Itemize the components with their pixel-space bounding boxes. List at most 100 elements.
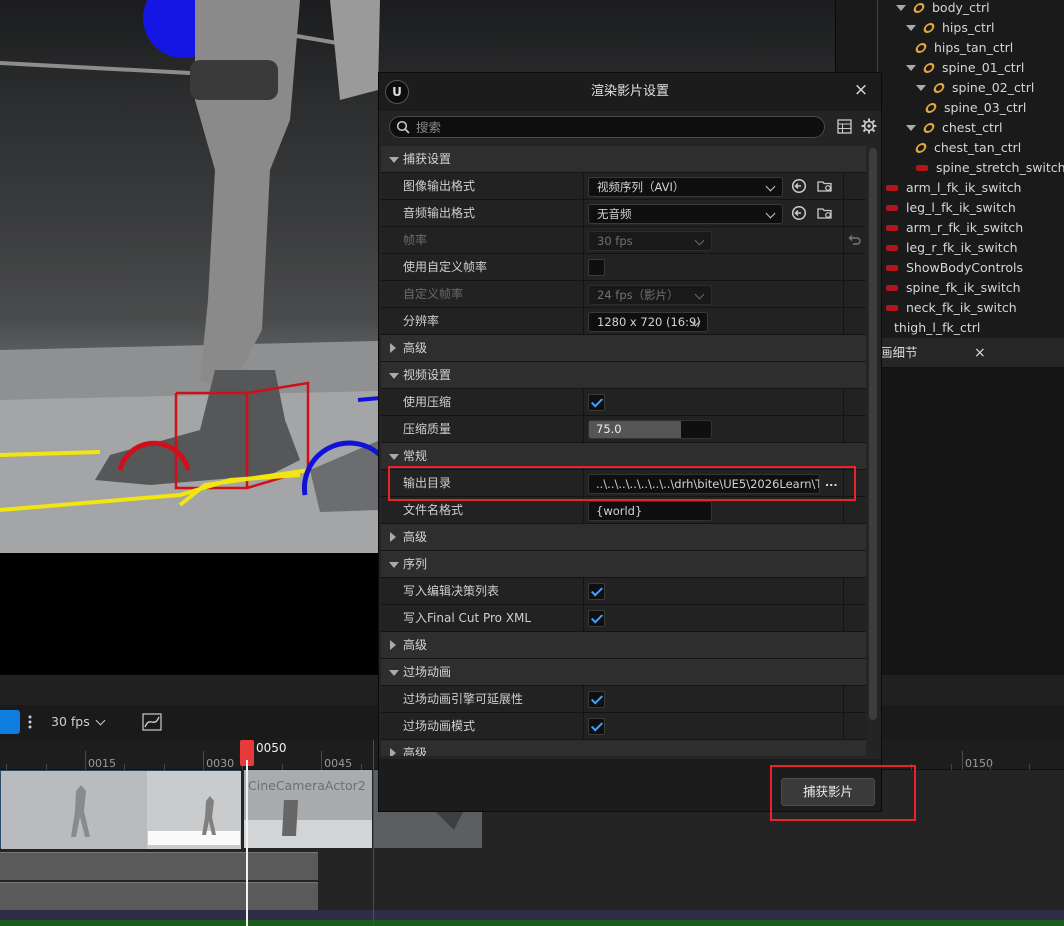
- switch-control-icon: [886, 225, 898, 231]
- property-label: 过场动画模式: [403, 719, 476, 733]
- expand-arrow-icon[interactable]: [906, 65, 916, 71]
- caret-right-icon[interactable]: [390, 748, 396, 756]
- column-divider: [583, 389, 584, 416]
- property-dropdown[interactable]: 视频序列（AVI）: [588, 177, 783, 197]
- outliner-item-label: spine_01_ctrl: [942, 60, 1025, 75]
- outliner-item[interactable]: arm_l_fk_ik_switch: [886, 178, 1022, 198]
- search-icon: [396, 120, 410, 134]
- category-header[interactable]: 过场动画: [381, 659, 866, 686]
- curve-editor-icon[interactable]: [142, 713, 162, 731]
- play-range-bar: [0, 920, 1064, 926]
- outliner-item[interactable]: body_ctrl: [896, 0, 990, 18]
- caret-down-icon[interactable]: [389, 562, 399, 568]
- property-row: 帧率 30 fps: [381, 227, 866, 254]
- advanced-category[interactable]: 高级: [381, 632, 866, 659]
- outliner-item[interactable]: chest_ctrl: [906, 118, 1003, 138]
- outliner-item[interactable]: chest_tan_ctrl: [914, 138, 1021, 158]
- outliner-item[interactable]: hips_tan_ctrl: [914, 38, 1013, 58]
- caret-down-icon[interactable]: [389, 454, 399, 460]
- track-row-1[interactable]: [0, 852, 318, 880]
- expand-arrow-icon[interactable]: [916, 85, 926, 91]
- caret-right-icon[interactable]: [390, 532, 396, 542]
- caret-down-icon[interactable]: [389, 373, 399, 379]
- outliner-item[interactable]: arm_r_fk_ik_switch: [886, 218, 1023, 238]
- column-divider: [583, 416, 584, 443]
- column-divider: [843, 308, 844, 335]
- column-divider: [843, 605, 844, 632]
- track-row-2[interactable]: [0, 882, 318, 910]
- column-divider: [583, 578, 584, 605]
- shot-clip-2[interactable]: CineCameraActor2: [244, 770, 372, 848]
- outliner-item[interactable]: spine_fk_ik_switch: [886, 278, 1021, 298]
- category-label: 高级: [403, 638, 428, 652]
- filename-format-field[interactable]: {world}: [588, 501, 712, 521]
- fps-dropdown[interactable]: 30 fps: [44, 705, 114, 739]
- property-checkbox[interactable]: [588, 610, 605, 627]
- advanced-category[interactable]: 高级: [381, 524, 866, 551]
- browse-folder-icon[interactable]: [817, 178, 833, 194]
- outliner-item[interactable]: spine_stretch_switch: [916, 158, 1064, 178]
- outliner-item[interactable]: spine_01_ctrl: [906, 58, 1024, 78]
- caret-right-icon[interactable]: [390, 343, 396, 353]
- render-movie-settings-dialog: U 渲染影片设置 × 捕获设置图像输出格式视频序列（AVI）音频输出格式无音频帧…: [378, 72, 882, 812]
- outliner-item[interactable]: spine_03_ctrl: [924, 98, 1026, 118]
- property-dropdown[interactable]: 1280 x 720 (16:9): [588, 312, 708, 332]
- expand-arrow-icon[interactable]: [896, 5, 906, 11]
- use-selected-icon[interactable]: [791, 178, 807, 194]
- table-view-icon[interactable]: [837, 119, 852, 134]
- vertical-scrollbar[interactable]: [869, 148, 877, 720]
- property-dropdown: 30 fps: [588, 231, 712, 251]
- advanced-category[interactable]: 高级: [381, 740, 866, 756]
- use-selected-icon[interactable]: [791, 205, 807, 221]
- ruler-tick-label: 0045: [324, 757, 353, 770]
- details-tab[interactable]: 画细节 ×: [880, 338, 1064, 368]
- options-kebab-icon[interactable]: [28, 714, 32, 730]
- details-close-icon[interactable]: ×: [974, 338, 986, 368]
- property-dropdown[interactable]: 无音频: [588, 204, 783, 224]
- category-header[interactable]: 序列: [381, 551, 866, 578]
- column-divider: [583, 497, 584, 524]
- outliner-item[interactable]: ShowBodyControls: [886, 258, 1023, 278]
- search-input[interactable]: [416, 117, 816, 137]
- details-body: [880, 368, 1064, 678]
- caret-down-icon[interactable]: [389, 670, 399, 676]
- category-header[interactable]: 视频设置: [381, 362, 866, 389]
- ruler-tick-label: 0015: [88, 757, 117, 770]
- sequencer-mode-button[interactable]: [0, 710, 20, 734]
- property-row: 过场动画引擎可延展性: [381, 686, 866, 713]
- outliner-item[interactable]: thigh_l_fk_ctrl: [894, 318, 980, 338]
- expand-arrow-icon[interactable]: [906, 25, 916, 31]
- outliner-item[interactable]: leg_l_fk_ik_switch: [886, 198, 1016, 218]
- column-divider: [843, 254, 844, 281]
- caret-down-icon[interactable]: [389, 157, 399, 163]
- expand-arrow-icon[interactable]: [906, 125, 916, 131]
- property-row: 写入Final Cut Pro XML: [381, 605, 866, 632]
- browse-folder-icon[interactable]: [817, 205, 833, 221]
- advanced-category[interactable]: 高级: [381, 335, 866, 362]
- outliner-item[interactable]: hips_ctrl: [906, 18, 994, 38]
- property-checkbox[interactable]: [588, 259, 605, 276]
- reset-arrow-icon[interactable]: [847, 232, 863, 248]
- compression-quality-slider[interactable]: 75.0: [588, 420, 712, 439]
- property-checkbox[interactable]: [588, 583, 605, 600]
- property-checkbox[interactable]: [588, 691, 605, 708]
- property-checkbox[interactable]: [588, 394, 605, 411]
- dialog-close-icon[interactable]: ×: [851, 80, 871, 100]
- dropdown-value: 1280 x 720 (16:9): [597, 315, 701, 329]
- outliner-item[interactable]: neck_fk_ik_switch: [886, 298, 1017, 318]
- gear-icon[interactable]: [861, 118, 877, 134]
- category-label: 高级: [403, 746, 428, 756]
- control-rig-icon: [922, 123, 936, 133]
- dropdown-value: 视频序列（AVI）: [597, 180, 685, 194]
- shot-clip-1[interactable]: [0, 770, 241, 849]
- property-label: 自定义帧率: [403, 287, 464, 301]
- control-rig-icon: [924, 103, 938, 113]
- outliner-item[interactable]: spine_02_ctrl: [916, 78, 1034, 98]
- property-row: 压缩质量 75.0: [381, 416, 866, 443]
- caret-right-icon[interactable]: [390, 640, 396, 650]
- category-header[interactable]: 捕获设置: [381, 146, 866, 173]
- property-row: 音频输出格式 无音频: [381, 200, 866, 227]
- search-box[interactable]: [389, 116, 825, 138]
- outliner-item[interactable]: leg_r_fk_ik_switch: [886, 238, 1018, 258]
- property-checkbox[interactable]: [588, 718, 605, 735]
